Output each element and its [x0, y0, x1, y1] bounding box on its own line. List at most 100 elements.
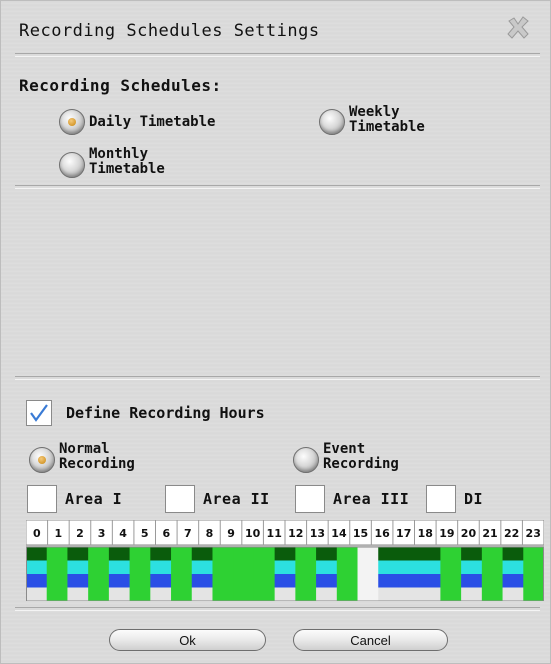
- schedule-segment: [274, 560, 296, 574]
- radio-event-recording[interactable]: Event Recording: [293, 441, 399, 473]
- area-2-checkbox[interactable]: [165, 485, 195, 513]
- schedule-segment: [378, 560, 400, 574]
- hour-label: 11: [267, 527, 282, 540]
- hour-label: 17: [396, 527, 411, 540]
- di-option[interactable]: DI: [426, 485, 483, 513]
- schedule-segment: [108, 560, 131, 574]
- schedule-segment: [461, 547, 483, 561]
- hour-label: 15: [353, 527, 368, 540]
- schedule-segment: [481, 547, 504, 601]
- hour-label: 10: [245, 527, 261, 540]
- schedule-segment: [26, 560, 48, 574]
- schedule-segment: [398, 560, 421, 574]
- radio-normal-label-line1: Normal: [59, 441, 110, 457]
- schedule-segment: [502, 587, 524, 601]
- radio-monthly-label-line1: Monthly: [89, 146, 149, 162]
- schedule-segment: [419, 587, 441, 601]
- checkmark-icon: [30, 404, 48, 422]
- hours-timeline[interactable]: 0 1 2 3 4 5 6 7 8 9 10 11 12 13 14 15 16 17 18 19 20 21 22 23: [26, 520, 544, 601]
- schedule-segment: [398, 574, 421, 588]
- divider: [15, 185, 540, 189]
- schedule-segment: [316, 560, 338, 574]
- schedule-segment: [502, 547, 524, 561]
- schedule-segment: [88, 547, 110, 601]
- schedule-segment: [378, 574, 400, 588]
- dialog-title: Recording Schedules Settings: [19, 21, 320, 41]
- schedule-segment: [26, 574, 48, 588]
- ok-button[interactable]: Ok: [109, 629, 266, 651]
- schedule-segment: [212, 547, 234, 601]
- hour-label: 0: [33, 527, 41, 540]
- schedules-heading: Recording Schedules:: [19, 76, 222, 95]
- radio-weekly-timetable[interactable]: Weekly Timetable: [319, 104, 425, 135]
- close-icon[interactable]: [503, 13, 533, 43]
- define-hours-checkbox[interactable]: [26, 400, 52, 426]
- di-checkbox[interactable]: [426, 485, 456, 513]
- schedule-segment: [398, 547, 421, 561]
- schedule-segment: [419, 560, 441, 574]
- schedule-segment: [108, 587, 131, 601]
- define-hours-label: Define Recording Hours: [66, 404, 265, 422]
- schedule-segment: [233, 547, 255, 601]
- radio-normal-recording[interactable]: Normal Recording: [29, 441, 135, 473]
- define-recording-hours[interactable]: Define Recording Hours: [26, 400, 265, 426]
- hour-label: 6: [162, 527, 170, 540]
- radio-event-label-line2: Recording: [323, 456, 399, 472]
- radio-weekly-label-line2: Timetable: [349, 118, 425, 135]
- radio-normal-label-line2: Recording: [59, 456, 135, 472]
- hour-label: 16: [374, 527, 390, 540]
- area-3-option[interactable]: Area III: [295, 485, 409, 513]
- schedule-segment: [461, 587, 483, 601]
- schedule-segment: [129, 547, 151, 601]
- area-3-label: Area III: [333, 490, 410, 508]
- hour-label: 12: [288, 527, 303, 540]
- schedule-segment: [150, 587, 172, 601]
- radio-daily-timetable[interactable]: Daily Timetable: [59, 109, 215, 135]
- schedule-segment: [108, 574, 131, 588]
- hour-label: 2: [76, 527, 84, 540]
- schedule-segment: [316, 587, 338, 601]
- schedule-segment: [171, 547, 193, 601]
- schedule-segment: [316, 547, 338, 561]
- hour-label: 19: [439, 527, 454, 540]
- hour-label: 4: [119, 527, 127, 540]
- radio-event-indicator[interactable]: [293, 447, 319, 473]
- schedule-segment: [253, 547, 276, 601]
- hour-label: 13: [310, 527, 325, 540]
- radio-monthly-indicator[interactable]: [59, 152, 85, 178]
- schedule-segment: [419, 547, 441, 561]
- radio-normal-indicator[interactable]: [29, 447, 55, 473]
- radio-weekly-label-line1: Weekly: [349, 103, 400, 120]
- area-1-checkbox[interactable]: [27, 485, 57, 513]
- radio-daily-indicator[interactable]: [59, 109, 85, 135]
- cancel-button[interactable]: Cancel: [293, 629, 448, 651]
- hour-label: 20: [461, 527, 477, 540]
- radio-weekly-indicator[interactable]: [319, 109, 345, 135]
- area-1-label: Area I: [65, 490, 123, 508]
- radio-monthly-timetable[interactable]: Monthly Timetable: [59, 146, 165, 178]
- schedule-segment: [274, 574, 296, 588]
- hour-label: 21: [482, 527, 497, 540]
- schedule-segment: [67, 547, 89, 561]
- di-label: DI: [464, 490, 484, 508]
- schedule-segment: [46, 547, 68, 601]
- schedule-segment: [274, 547, 296, 561]
- schedule-segment: [523, 547, 544, 601]
- hour-label: 7: [184, 527, 192, 540]
- area-3-checkbox[interactable]: [295, 485, 325, 513]
- schedule-segment: [295, 547, 317, 601]
- schedule-segment: [150, 547, 172, 561]
- schedule-segment: [502, 560, 524, 574]
- schedule-segment: [378, 587, 400, 601]
- divider: [15, 376, 540, 380]
- hour-label: 22: [504, 527, 519, 540]
- hour-label: 5: [141, 527, 149, 540]
- area-2-label: Area II: [203, 490, 270, 508]
- schedule-segment: [461, 560, 483, 574]
- area-2-option[interactable]: Area II: [165, 485, 270, 513]
- hour-label: 23: [526, 527, 541, 540]
- area-1-option[interactable]: Area I: [27, 485, 122, 513]
- hour-label: 1: [55, 527, 63, 540]
- schedule-segment: [191, 547, 213, 561]
- schedule-segment: [26, 547, 48, 561]
